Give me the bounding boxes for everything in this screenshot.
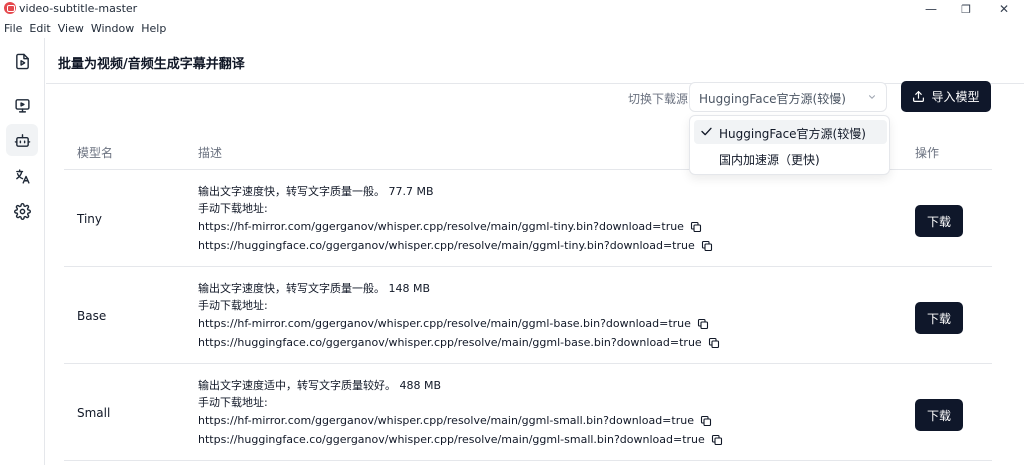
copy-icon[interactable] [690, 221, 702, 233]
menu-file[interactable]: File [4, 22, 22, 35]
upload-icon [913, 91, 925, 102]
huggingface-url[interactable]: https://huggingface.co/ggerganov/whisper… [198, 334, 702, 351]
sidebar-item-models[interactable] [6, 124, 38, 156]
file-video-icon [15, 53, 29, 69]
download-source-value: HuggingFace官方源(较慢) [699, 92, 846, 106]
model-description: 输出文字速度快，转写文字质量一般。 77.7 MB 手动下载地址: https:… [198, 183, 713, 255]
mirror-url[interactable]: https://hf-mirror.com/ggerganov/whisper.… [198, 412, 694, 429]
manual-download-label: 手动下载地址: [198, 299, 268, 312]
model-summary: 输出文字速度快，转写文字质量一般。 148 MB [198, 282, 431, 295]
model-description: 输出文字速度快，转写文字质量一般。 148 MB 手动下载地址: https:/… [198, 280, 720, 352]
copy-icon[interactable] [697, 318, 709, 330]
menu-window[interactable]: Window [91, 22, 134, 35]
page-title: 批量为视频/音频生成字幕并翻译 [58, 57, 245, 72]
app-logo-icon [4, 2, 16, 14]
manual-download-label: 手动下载地址: [198, 396, 268, 409]
bot-icon [14, 133, 30, 147]
mirror-url[interactable]: https://hf-mirror.com/ggerganov/whisper.… [198, 218, 684, 235]
restore-button[interactable]: ❐ [948, 0, 984, 18]
model-description: 输出文字速度适中，转写文字质量较好。 488 MB 手动下载地址: https:… [198, 377, 723, 449]
menu-edit[interactable]: Edit [29, 22, 50, 35]
minimize-button[interactable]: — [913, 0, 949, 18]
source-label: 切换下载源: [628, 92, 693, 106]
dropdown-option-mirror[interactable]: 国内加速源（更快) [694, 146, 887, 170]
column-header-desc: 描述 [198, 146, 223, 160]
check-icon [701, 127, 712, 136]
manual-download-label: 手动下载地址: [198, 202, 268, 215]
chevron-down-icon [868, 95, 876, 99]
download-source-dropdown: HuggingFace官方源(较慢) 国内加速源（更快) [689, 115, 890, 175]
sidebar-item-subtitle-file[interactable] [6, 45, 38, 77]
page-header: 批量为视频/音频生成字幕并翻译 [46, 38, 1024, 84]
huggingface-url[interactable]: https://huggingface.co/ggerganov/whisper… [198, 431, 705, 448]
copy-icon[interactable] [711, 434, 723, 446]
sidebar-item-settings[interactable] [6, 195, 38, 227]
sidebar-item-translate[interactable] [6, 160, 38, 192]
mirror-url[interactable]: https://hf-mirror.com/ggerganov/whisper.… [198, 315, 691, 332]
model-summary: 输出文字速度快，转写文字质量一般。 77.7 MB [198, 185, 434, 198]
import-model-button[interactable]: 导入模型 [901, 81, 991, 112]
download-button[interactable]: 下载 [915, 302, 963, 334]
monitor-play-icon [14, 98, 30, 113]
menu-view[interactable]: View [58, 22, 84, 35]
download-button[interactable]: 下载 [915, 205, 963, 237]
column-header-name: 模型名 [77, 146, 114, 160]
copy-icon[interactable] [700, 415, 712, 427]
table-row: Base 输出文字速度快，转写文字质量一般。 148 MB 手动下载地址: ht… [64, 267, 992, 364]
column-header-action: 操作 [915, 146, 940, 160]
dropdown-option-huggingface[interactable]: HuggingFace官方源(较慢) [694, 120, 887, 144]
table-row: Small 输出文字速度适中，转写文字质量较好。 488 MB 手动下载地址: … [64, 364, 992, 461]
model-name: Small [77, 406, 111, 420]
sidebar [0, 38, 45, 465]
model-name: Base [77, 309, 107, 323]
languages-icon [15, 168, 30, 184]
menu-bar: File Edit View Window Help [0, 18, 173, 38]
copy-icon[interactable] [708, 337, 720, 349]
table-row: Tiny 输出文字速度快，转写文字质量一般。 77.7 MB 手动下载地址: h… [64, 170, 992, 267]
dropdown-option-label: HuggingFace官方源(较慢) [719, 127, 866, 141]
dropdown-option-label: 国内加速源（更快) [719, 153, 820, 167]
import-model-label: 导入模型 [931, 90, 980, 104]
menu-help[interactable]: Help [141, 22, 166, 35]
title-bar: video-subtitle-master — ❐ ✕ [0, 0, 1024, 18]
model-name: Tiny [77, 212, 103, 226]
download-source-select[interactable]: HuggingFace官方源(较慢) [689, 82, 887, 112]
download-button[interactable]: 下载 [915, 399, 963, 431]
gear-icon [13, 202, 31, 220]
huggingface-url[interactable]: https://huggingface.co/ggerganov/whisper… [198, 237, 695, 254]
window-title: video-subtitle-master [19, 2, 138, 15]
model-summary: 输出文字速度适中，转写文字质量较好。 488 MB [198, 379, 442, 392]
sidebar-item-video[interactable] [6, 89, 38, 121]
copy-icon[interactable] [701, 240, 713, 252]
close-button[interactable]: ✕ [986, 0, 1022, 18]
